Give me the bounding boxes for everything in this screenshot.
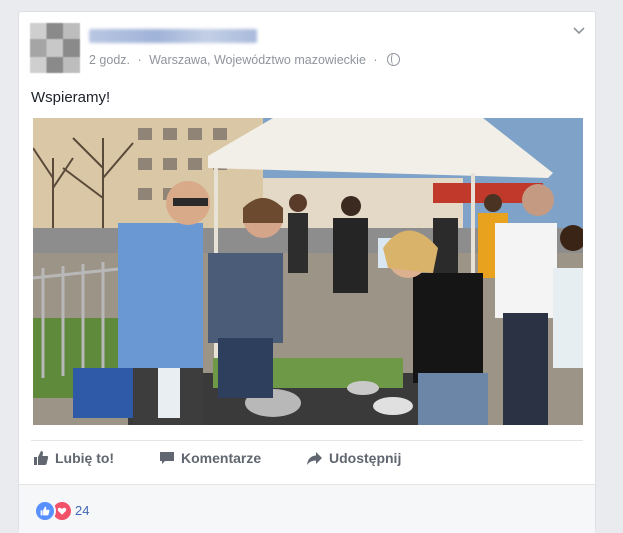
reactions-bar: 24 (19, 484, 595, 533)
post-photo[interactable] (33, 118, 583, 425)
thumbs-up-icon (34, 451, 49, 465)
share-label: Udostępnij (329, 450, 402, 466)
author-name-blurred[interactable] (89, 29, 257, 43)
comment-button[interactable]: Komentarze (159, 450, 261, 466)
post-card: 2 godz. · Warszawa, Województwo mazowiec… (18, 11, 596, 533)
meta-separator: · (373, 53, 378, 67)
meta-separator: · (137, 53, 142, 67)
reaction-count[interactable]: 24 (75, 503, 89, 518)
post-time[interactable]: 2 godz. (89, 53, 130, 67)
comment-icon (160, 452, 174, 464)
comment-label: Komentarze (181, 450, 262, 466)
post-meta: 2 godz. · Warszawa, Województwo mazowiec… (89, 53, 401, 67)
like-button[interactable]: Lubię to! (33, 450, 114, 466)
post-actions: Lubię to! Komentarze Udostępnij (31, 450, 583, 472)
post-text: Wspieramy! (31, 89, 111, 106)
share-button[interactable]: Udostępnij (306, 450, 401, 466)
post-location[interactable]: Warszawa, Województwo mazowieckie (149, 53, 366, 67)
globe-icon[interactable] (387, 53, 401, 66)
author-avatar[interactable] (30, 23, 80, 73)
divider (31, 440, 583, 441)
share-icon (307, 451, 322, 465)
like-reaction-icon (34, 500, 56, 522)
like-label: Lubię to! (55, 450, 115, 466)
chevron-down-icon[interactable] (573, 26, 585, 36)
reaction-icons[interactable] (34, 500, 73, 522)
